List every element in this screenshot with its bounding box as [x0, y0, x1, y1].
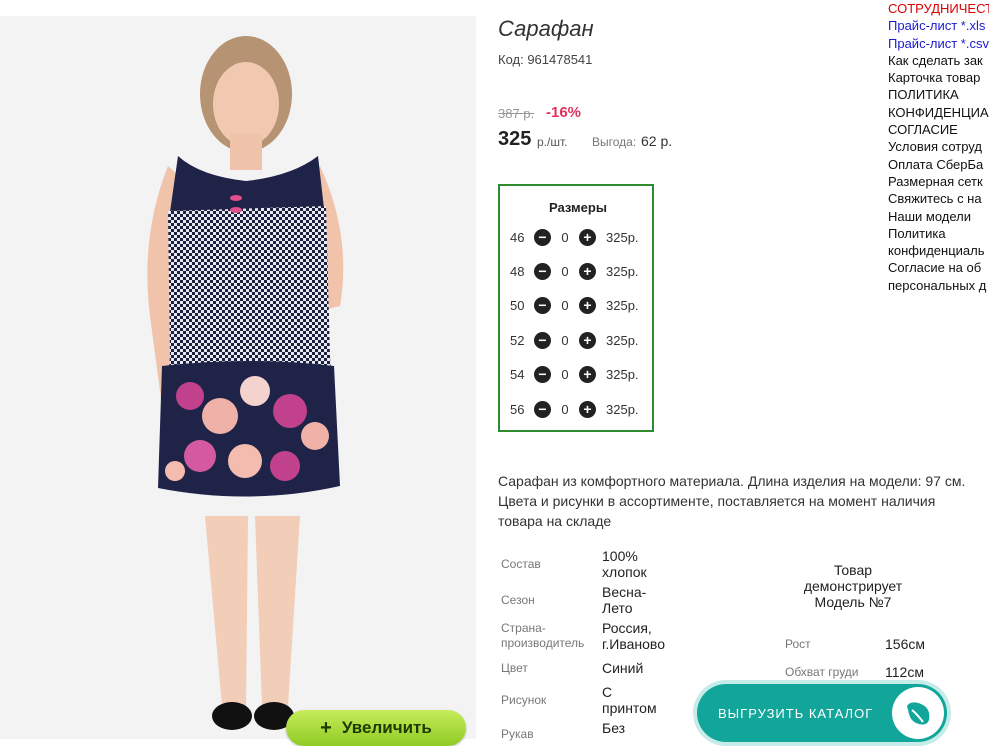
nav-item-terms[interactable]: Условия сотруд: [888, 138, 989, 155]
model-height-label: Рост: [785, 637, 811, 651]
quantity-value[interactable]: 0: [551, 264, 579, 279]
product-code: Код: 961478541: [498, 52, 593, 67]
size-price: 325р.: [606, 297, 639, 313]
size-price: 325р.: [606, 401, 639, 417]
spec-value: Россия, г.Иваново: [602, 620, 665, 652]
spec-value: Синий: [602, 660, 644, 676]
minus-icon[interactable]: −: [534, 331, 551, 349]
sizes-title: Размеры: [549, 200, 607, 215]
nav-item-price-csv[interactable]: Прайс-лист *.csv: [888, 35, 989, 52]
size-label: 54: [510, 366, 525, 382]
price-unit: р./шт.: [537, 135, 568, 149]
quantity-value[interactable]: 0: [551, 230, 579, 245]
zoom-button[interactable]: + Увеличить: [286, 710, 466, 746]
model-height-value: 156см: [885, 636, 925, 652]
size-label: 52: [510, 332, 525, 348]
nav-item-our-models[interactable]: Наши модели: [888, 208, 989, 225]
plus-icon: +: [320, 716, 332, 739]
plus-icon[interactable]: +: [579, 331, 596, 349]
spec-label: Страна-производитель: [501, 621, 585, 650]
size-row: 54 − 0 + 325р.: [510, 363, 639, 385]
benefit-label: Выгода:: [592, 135, 637, 149]
nav-item-privacy-policy-2[interactable]: конфиденциаль: [888, 242, 989, 259]
size-price: 325р.: [606, 366, 639, 382]
spec-label: Рисунок: [501, 693, 547, 707]
nav-item-data-consent-1[interactable]: Согласие на об: [888, 259, 989, 276]
spec-label: Цвет: [501, 661, 528, 675]
nav-item-how-to-order[interactable]: Как сделать зак: [888, 52, 989, 69]
model-chest-label: Обхват груди: [785, 665, 859, 679]
spec-label: Состав: [501, 557, 541, 571]
size-price: 325р.: [606, 332, 639, 348]
quantity-value[interactable]: 0: [551, 333, 579, 348]
right-sidebar-nav: СОТРУДНИЧЕСТ Прайс-лист *.xls Прайс-лист…: [888, 0, 989, 294]
spec-value: 100% хлопок: [602, 548, 647, 580]
spec-label: Рукав: [501, 727, 534, 741]
size-price: 325р.: [606, 263, 639, 279]
size-label: 50: [510, 297, 525, 313]
zoom-button-label: Увеличить: [341, 718, 432, 737]
size-row: 48 − 0 + 325р.: [510, 260, 639, 282]
size-row: 52 − 0 + 325р.: [510, 329, 639, 351]
product-photo[interactable]: [0, 16, 476, 739]
spec-value: Весна-Лето: [602, 584, 647, 616]
nav-item-data-consent-2[interactable]: персональных д: [888, 277, 989, 294]
spec-value: С принтом: [602, 684, 657, 716]
plus-icon[interactable]: +: [579, 365, 596, 383]
nav-item-policy[interactable]: ПОЛИТИКА: [888, 86, 989, 103]
spec-value: Без: [602, 720, 626, 736]
export-catalog-button[interactable]: ВЫГРУЗИТЬ КАТАЛОГ: [697, 684, 947, 742]
sizes-panel: Размеры 46 − 0 + 325р. 48 − 0 + 325р. 50…: [498, 184, 654, 432]
discount-badge: -16%: [546, 104, 582, 121]
model-caption: Товар демонстрирует Модель №7: [803, 562, 903, 610]
plus-icon[interactable]: +: [579, 228, 596, 246]
nav-item-price-xls[interactable]: Прайс-лист *.xls: [888, 17, 989, 34]
nav-item-consent[interactable]: СОГЛАСИЕ: [888, 121, 989, 138]
nav-item-privacy[interactable]: КОНФИДЕНЦИА: [888, 104, 989, 121]
size-row: 50 − 0 + 325р.: [510, 294, 639, 316]
minus-icon[interactable]: −: [534, 228, 551, 246]
quantity-value[interactable]: 0: [551, 298, 579, 313]
nav-item-size-chart[interactable]: Размерная сетк: [888, 173, 989, 190]
nav-item-cooperation[interactable]: СОТРУДНИЧЕСТ: [888, 0, 989, 17]
size-row: 46 − 0 + 325р.: [510, 226, 639, 248]
size-price: 325р.: [606, 229, 639, 245]
product-title: Сарафан: [498, 16, 594, 41]
size-label: 56: [510, 401, 525, 417]
nav-item-privacy-policy-1[interactable]: Политика: [888, 225, 989, 242]
nav-item-contact[interactable]: Свяжитесь с на: [888, 190, 989, 207]
size-label: 48: [510, 263, 525, 279]
nav-item-product-card[interactable]: Карточка товар: [888, 69, 989, 86]
size-row: 56 − 0 + 325р.: [510, 398, 639, 420]
minus-icon[interactable]: −: [534, 262, 551, 280]
nav-item-sberbank-payment[interactable]: Оплата СберБа: [888, 156, 989, 173]
plus-icon[interactable]: +: [579, 262, 596, 280]
product-description: Сарафан из комфортного материала. Длина …: [498, 473, 966, 529]
quantity-value[interactable]: 0: [551, 402, 579, 417]
benefit-value: 62 р.: [641, 133, 673, 149]
spec-label: Сезон: [501, 593, 535, 607]
current-price: 325: [498, 128, 532, 150]
plus-icon[interactable]: +: [579, 400, 596, 418]
plus-icon[interactable]: +: [579, 296, 596, 314]
model-in-dress-image: [147, 36, 344, 730]
quantity-value[interactable]: 0: [551, 367, 579, 382]
model-chest-value: 112см: [885, 664, 924, 680]
minus-icon[interactable]: −: [534, 296, 551, 314]
size-label: 46: [510, 229, 525, 245]
minus-icon[interactable]: −: [534, 365, 551, 383]
minus-icon[interactable]: −: [534, 400, 551, 418]
export-catalog-label: ВЫГРУЗИТЬ КАТАЛОГ: [718, 705, 874, 721]
old-price: 387 р.: [498, 106, 535, 121]
leaf-icon: [892, 687, 944, 739]
